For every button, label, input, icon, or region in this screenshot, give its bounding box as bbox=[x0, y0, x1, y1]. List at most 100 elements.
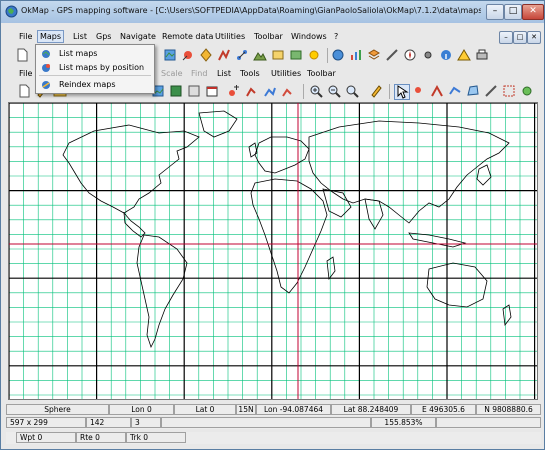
menu-help[interactable]: ? bbox=[334, 32, 338, 41]
menu-item-list-maps-by-position[interactable]: List maps by position bbox=[36, 61, 154, 74]
status-lon0: Lon 0 bbox=[109, 404, 174, 415]
calendar-icon[interactable] bbox=[205, 84, 219, 98]
altitude-tool-icon[interactable] bbox=[253, 48, 267, 62]
status-easting: E 496305.6 bbox=[411, 404, 476, 415]
inner-close-button[interactable]: ✕ bbox=[527, 31, 541, 44]
status-lat0: Lat 0 bbox=[174, 404, 236, 415]
waypoint-add-icon[interactable] bbox=[227, 84, 241, 98]
track-edit-icon[interactable] bbox=[281, 84, 295, 98]
menu-gps[interactable]: Gps bbox=[96, 32, 111, 41]
route-add-icon[interactable] bbox=[245, 84, 259, 98]
route-tool-icon[interactable] bbox=[217, 48, 231, 62]
menu-list[interactable]: List bbox=[73, 32, 87, 41]
arabia-outline bbox=[322, 188, 352, 218]
menu-item-label: List maps by position bbox=[59, 63, 145, 72]
status-datum: Sphere bbox=[6, 404, 109, 415]
okmap-app-icon bbox=[5, 5, 18, 18]
menu-file[interactable]: File bbox=[19, 32, 32, 41]
menu-windows[interactable]: Windows bbox=[291, 32, 327, 41]
list-maps-icon bbox=[42, 50, 50, 58]
waypoint-tool-icon[interactable] bbox=[199, 48, 213, 62]
sun-moon-icon[interactable] bbox=[307, 48, 321, 62]
menu-toolbar[interactable]: Toolbar bbox=[254, 32, 283, 41]
chart-tool-icon[interactable] bbox=[349, 48, 363, 62]
status-bar-counts: Wpt 0 Rte 0 Trk 0 bbox=[6, 432, 541, 444]
polygon-tool-icon[interactable] bbox=[466, 84, 480, 98]
status-routes: Rte 0 bbox=[76, 432, 126, 443]
zoom-out-icon[interactable] bbox=[327, 84, 341, 98]
minimize-button[interactable]: – bbox=[486, 4, 504, 20]
new-document-icon[interactable] bbox=[17, 84, 31, 98]
area-tool-icon[interactable] bbox=[502, 84, 516, 98]
map-menu-scale[interactable]: Scale bbox=[161, 69, 183, 78]
menu-navigate[interactable]: Navigate bbox=[120, 32, 156, 41]
map-menu-toolbar[interactable]: Toolbar bbox=[307, 69, 336, 78]
status-image-size: 597 x 299 bbox=[6, 417, 86, 428]
compass-tool-icon[interactable] bbox=[403, 48, 417, 62]
status-waypoints: Wpt 0 bbox=[16, 432, 76, 443]
continent-outlines bbox=[62, 110, 512, 349]
info-tool-icon[interactable] bbox=[439, 48, 453, 62]
restore-button[interactable]: □ bbox=[504, 4, 522, 20]
menu-item-reindex-maps[interactable]: Reindex maps bbox=[36, 78, 154, 91]
network-tool-icon[interactable] bbox=[331, 48, 345, 62]
zoom-fit-icon[interactable] bbox=[345, 84, 359, 98]
menu-maps[interactable]: Maps bbox=[37, 30, 65, 43]
status-zoom: 155.853% bbox=[371, 417, 436, 428]
new-file-icon[interactable] bbox=[15, 48, 29, 62]
map-canvas[interactable] bbox=[8, 102, 538, 400]
reindex-maps-icon bbox=[42, 81, 50, 89]
status-pixel-y: 3 bbox=[131, 417, 161, 428]
menu-utilities[interactable]: Utilities bbox=[215, 32, 245, 41]
status-pixel-x: 142 bbox=[86, 417, 131, 428]
menu-remote-data[interactable]: Remote data bbox=[162, 32, 213, 41]
madagascar-outline bbox=[326, 256, 336, 281]
maps-dropdown-menu: List maps List maps by position Reindex … bbox=[35, 44, 155, 94]
track-add-icon[interactable] bbox=[263, 84, 277, 98]
map-menu-list[interactable]: List bbox=[217, 69, 231, 78]
australia-outline bbox=[426, 262, 488, 308]
close-button[interactable]: ✕ bbox=[522, 4, 544, 20]
settings-tool-icon[interactable] bbox=[421, 48, 435, 62]
menu-item-label: Reindex maps bbox=[59, 80, 116, 89]
asia-outline bbox=[308, 120, 510, 224]
print-tool-icon[interactable] bbox=[475, 48, 489, 62]
track-tool-icon[interactable] bbox=[235, 48, 249, 62]
map-menu-file[interactable]: File bbox=[19, 69, 32, 78]
track-marker-icon[interactable] bbox=[448, 84, 462, 98]
status-empty bbox=[161, 417, 371, 428]
measure-tool-icon[interactable] bbox=[385, 48, 399, 62]
uk-outline bbox=[248, 142, 258, 158]
warning-tool-icon[interactable] bbox=[457, 48, 471, 62]
photo-tool-icon[interactable] bbox=[169, 84, 183, 98]
window-title: OkMap - GPS mapping software - [C:\Users… bbox=[21, 6, 481, 15]
central-america-outline bbox=[123, 211, 146, 238]
layers-tool-icon[interactable] bbox=[367, 48, 381, 62]
map-menu-find[interactable]: Find bbox=[191, 69, 207, 78]
route-marker-icon[interactable] bbox=[430, 84, 444, 98]
zoom-in-icon[interactable] bbox=[309, 84, 323, 98]
status-northing: N 9808880.6 bbox=[476, 404, 541, 415]
main-menu-bar: File Maps List Gps Navigate Remote data … bbox=[1, 30, 544, 45]
object-tool-icon[interactable] bbox=[520, 84, 534, 98]
draw-pencil-icon[interactable] bbox=[369, 84, 383, 98]
indonesia-outline bbox=[408, 232, 467, 248]
app-window: OkMap - GPS mapping software - [C:\Users… bbox=[0, 0, 545, 450]
list-maps-by-position-icon bbox=[42, 64, 50, 72]
map-tool-icon[interactable] bbox=[163, 48, 177, 62]
gps-satellite-icon[interactable] bbox=[181, 48, 195, 62]
import-tool-icon[interactable] bbox=[289, 48, 303, 62]
map-icon[interactable] bbox=[187, 84, 201, 98]
menu-item-list-maps[interactable]: List maps bbox=[36, 47, 154, 60]
status-zone: 15N bbox=[236, 404, 256, 415]
map-menu-utilities[interactable]: Utilities bbox=[271, 69, 301, 78]
inner-restore-button[interactable]: □ bbox=[513, 31, 527, 44]
measure-distance-icon[interactable] bbox=[484, 84, 498, 98]
waypoint-marker-icon[interactable] bbox=[412, 84, 426, 98]
menu-separator bbox=[39, 75, 151, 76]
map-menu-tools[interactable]: Tools bbox=[240, 69, 260, 78]
select-pointer-icon[interactable] bbox=[394, 84, 410, 100]
export-tool-icon[interactable] bbox=[271, 48, 285, 62]
status-lon: Lon -94.087464 bbox=[256, 404, 331, 415]
inner-minimize-button[interactable]: – bbox=[499, 31, 513, 44]
